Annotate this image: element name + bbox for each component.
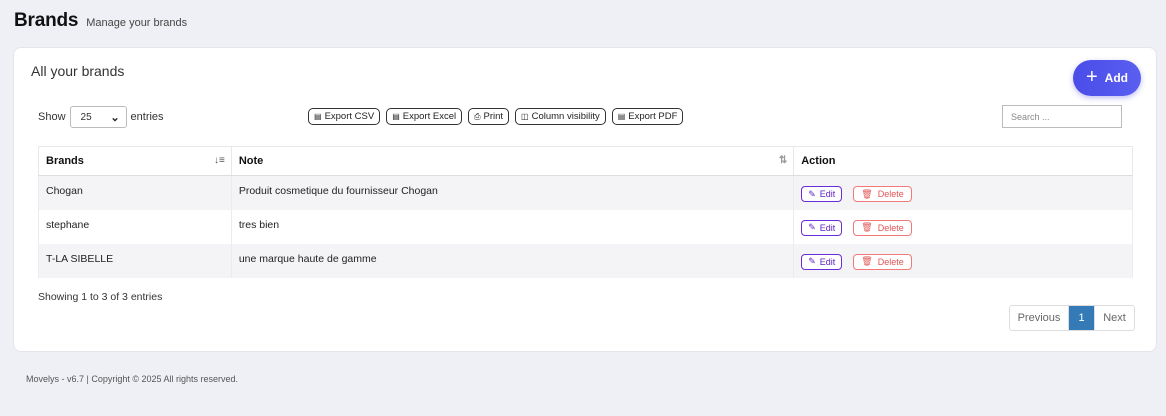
card-title: All your brands	[31, 63, 125, 79]
entries-select-value: 25	[80, 111, 92, 123]
plus-icon: +	[1085, 66, 1098, 88]
sort-asc-icon: ↓≡	[213, 155, 225, 166]
export-csv-button[interactable]: ▤ Export CSV	[308, 108, 381, 125]
brand-cell: stephane	[38, 209, 232, 244]
page-1-button[interactable]: 1	[1069, 306, 1094, 330]
print-button[interactable]: ⎙ Print	[468, 108, 510, 125]
pagination: Previous 1 Next	[1009, 305, 1135, 331]
export-csv-label: Export CSV	[324, 111, 375, 122]
file-csv-icon: ▤	[314, 112, 322, 121]
note-cell: Produit cosmetique du fournisseur Chogan	[230, 175, 795, 210]
print-label: Print	[483, 111, 504, 122]
trash-icon: 🗑	[861, 222, 873, 232]
table-row: Chogan Produit cosmetique du fournisseur…	[38, 175, 1133, 210]
chevron-down-icon: ⌄	[110, 111, 120, 124]
brand-cell: T-LA SIBELLE	[38, 243, 232, 278]
next-page-button[interactable]: Next	[1094, 306, 1134, 330]
search-input[interactable]: Search ...	[1002, 105, 1122, 128]
brands-table: Brands ↓≡ Note ⇅ Action Chogan Produit c…	[38, 146, 1133, 278]
table-row: stephane tres bien ✎ Edit 🗑 Delete	[38, 209, 1133, 244]
export-pdf-label: Export PDF	[628, 111, 678, 122]
entries-select[interactable]: 25 ⌄	[69, 106, 127, 128]
note-cell: une marque haute de gamme	[230, 243, 795, 278]
footer-copyright: Movelys - v6.7 | Copyright © 2025 All ri…	[26, 374, 239, 384]
entries-label: entries	[130, 111, 164, 123]
sort-icon: ⇅	[778, 155, 788, 166]
print-icon: ⎙	[474, 111, 481, 121]
page-subtitle: Manage your brands	[86, 17, 188, 29]
table-info: Showing 1 to 3 of 3 entries	[38, 291, 163, 303]
export-excel-button[interactable]: ▤ Export Excel	[386, 108, 463, 125]
table-row: T-LA SIBELLE une marque haute de gamme ✎…	[38, 243, 1133, 278]
show-label: Show	[38, 111, 66, 123]
entries-length-control: Show 25 ⌄ entries	[38, 106, 164, 128]
edit-button[interactable]: ✎ Edit	[801, 219, 843, 236]
brands-card: All your brands + Add Show 25 ⌄ entries …	[13, 47, 1157, 352]
trash-icon: 🗑	[861, 256, 873, 266]
export-excel-label: Export Excel	[402, 111, 457, 122]
delete-button[interactable]: 🗑 Delete	[853, 186, 912, 202]
add-brand-button[interactable]: + Add	[1073, 60, 1141, 96]
column-visibility-button[interactable]: ◫ Column visibility	[515, 108, 606, 125]
export-buttons: ▤ Export CSV ▤ Export Excel ⎙ Print ◫ Co…	[308, 108, 684, 125]
edit-button[interactable]: ✎ Edit	[801, 186, 843, 202]
trash-icon: 🗑	[861, 188, 873, 199]
action-cell: ✎ Edit 🗑 Delete	[793, 175, 1133, 210]
file-pdf-icon: ▤	[617, 112, 626, 121]
delete-button[interactable]: 🗑 Delete	[853, 253, 912, 270]
column-header-note[interactable]: Note ⇅	[230, 146, 795, 176]
edit-icon: ✎	[808, 222, 816, 232]
file-excel-icon: ▤	[392, 112, 400, 121]
columns-icon: ◫	[521, 112, 529, 121]
action-cell: ✎ Edit 🗑 Delete	[793, 209, 1133, 244]
page-header: Brands Manage your brands	[14, 10, 187, 32]
column-header-action: Action	[793, 146, 1133, 176]
column-header-brands[interactable]: Brands ↓≡	[38, 146, 232, 176]
table-header-row: Brands ↓≡ Note ⇅ Action	[38, 146, 1133, 176]
edit-icon: ✎	[808, 256, 816, 266]
page-title: Brands	[14, 10, 79, 31]
note-cell: tres bien	[230, 209, 795, 244]
delete-button[interactable]: 🗑 Delete	[853, 219, 912, 236]
previous-page-button[interactable]: Previous	[1010, 306, 1069, 330]
column-visibility-label: Column visibility	[531, 111, 600, 122]
action-cell: ✎ Edit 🗑 Delete	[793, 243, 1133, 278]
edit-button[interactable]: ✎ Edit	[801, 253, 843, 270]
export-pdf-button[interactable]: ▤ Export PDF	[611, 108, 684, 125]
add-label: Add	[1104, 71, 1128, 85]
edit-icon: ✎	[808, 188, 816, 199]
brand-cell: Chogan	[38, 175, 232, 210]
